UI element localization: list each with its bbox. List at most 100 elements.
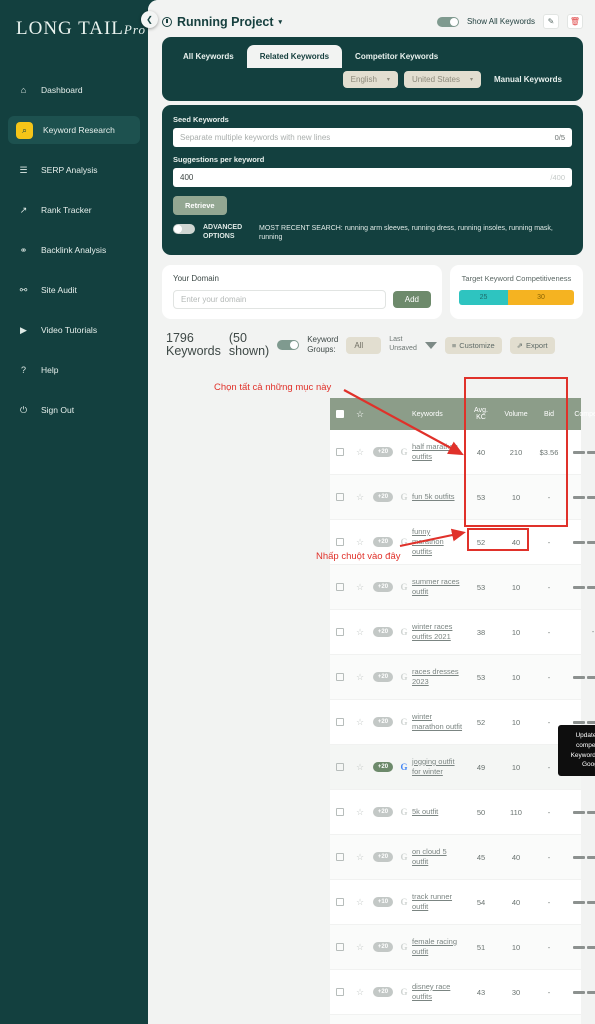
- header-keywords[interactable]: Keywords: [412, 411, 464, 418]
- row-checkbox[interactable]: [330, 988, 350, 996]
- keyword-cell[interactable]: half marathon outfits: [412, 442, 464, 462]
- favorite-star-icon[interactable]: ☆: [350, 627, 370, 638]
- table-row[interactable]: ☆+20Gwinter races outfits 20213810--4-en: [330, 610, 594, 655]
- tab-related-keywords[interactable]: Related Keywords: [246, 45, 343, 68]
- keyword-cell[interactable]: female racing outfit: [412, 937, 464, 957]
- favorite-star-icon[interactable]: ☆: [350, 447, 370, 458]
- favorite-star-icon[interactable]: ☆: [350, 987, 370, 998]
- row-checkbox[interactable]: [330, 493, 350, 501]
- row-badge[interactable]: +20: [370, 987, 396, 997]
- keyword-group-select[interactable]: All: [346, 336, 382, 354]
- export-button[interactable]: ⇗ Export: [509, 336, 555, 354]
- google-icon[interactable]: G: [396, 537, 412, 547]
- google-icon[interactable]: G: [396, 717, 412, 727]
- table-row[interactable]: ☆ +20 Ghalf marathon outfits 40 210 $3.56: [330, 430, 595, 475]
- row-checkbox[interactable]: [330, 628, 350, 636]
- keyword-cell[interactable]: winter marathon outfit: [412, 712, 464, 732]
- keyword-cell[interactable]: races dresses 2023: [412, 667, 464, 687]
- keyword-link[interactable]: disney race outfits: [412, 982, 450, 1001]
- table-row[interactable]: ☆+20G5k outfit50110-2-en: [330, 790, 595, 835]
- google-icon[interactable]: G: [396, 807, 412, 817]
- google-icon[interactable]: G: [396, 582, 412, 592]
- sidebar-item-backlink-analysis[interactable]: ⚭ Backlink Analysis: [8, 236, 140, 264]
- tab-all-keywords[interactable]: All Keywords: [170, 45, 247, 68]
- header-volume[interactable]: Volume: [498, 411, 534, 418]
- favorite-star-icon[interactable]: ☆: [350, 897, 370, 908]
- google-icon[interactable]: G: [396, 852, 412, 862]
- keyword-link[interactable]: funny marathon outfits: [412, 527, 444, 556]
- keyword-link[interactable]: fun 5k outfits: [412, 492, 455, 501]
- row-badge[interactable]: +20: [370, 852, 396, 862]
- page-title[interactable]: Running Project ▾: [162, 15, 282, 29]
- sidebar-item-serp-analysis[interactable]: ☰ SERP Analysis: [8, 156, 140, 184]
- filter-triangle-icon[interactable]: [424, 341, 437, 349]
- favorite-star-icon[interactable]: ☆: [350, 762, 370, 773]
- row-badge[interactable]: +20: [370, 717, 396, 727]
- table-row[interactable]: ☆+20Gon cloud 5 outfit4540-4-en: [330, 835, 595, 880]
- language-select[interactable]: English ▾: [342, 71, 398, 88]
- table-row[interactable]: ☆+20Gcute errand outfits4440-3-en: [330, 1015, 581, 1024]
- table-row[interactable]: ☆+20Graces dresses 20235310-3-en: [330, 655, 595, 700]
- sidebar-item-rank-tracker[interactable]: ↗ Rank Tracker: [8, 196, 140, 224]
- keyword-cell[interactable]: track runner outfit: [412, 892, 464, 912]
- header-competition[interactable]: Competition: [564, 411, 595, 418]
- row-checkbox[interactable]: [330, 763, 350, 771]
- table-row[interactable]: ☆+20Gdisney race outfits4330-3-en: [330, 970, 595, 1015]
- keyword-link[interactable]: winter races outfits 2021: [412, 622, 452, 641]
- brand-logo[interactable]: LONG TAILPro: [0, 0, 148, 40]
- favorite-star-icon[interactable]: ☆: [350, 807, 370, 818]
- table-row[interactable]: ☆ +20 Gjogging outfit for winter 49 10-: [330, 745, 581, 790]
- row-badge[interactable]: +20: [370, 582, 396, 592]
- keyword-cell[interactable]: jogging outfit for winter: [412, 757, 464, 777]
- google-icon[interactable]: G: [396, 447, 412, 457]
- row-badge[interactable]: +20: [370, 627, 396, 637]
- sidebar-item-sign-out[interactable]: ⏻ Sign Out: [8, 396, 140, 424]
- keyword-cell[interactable]: on cloud 5 outfit: [412, 847, 464, 867]
- google-icon[interactable]: G: [396, 762, 412, 772]
- country-select[interactable]: United States ▾: [403, 71, 481, 88]
- sidebar-item-video-tutorials[interactable]: ▶ Video Tutorials: [8, 316, 140, 344]
- customize-button[interactable]: ≡ Customize: [444, 336, 502, 354]
- row-checkbox[interactable]: [330, 853, 350, 861]
- chevron-left-icon[interactable]: ❮: [141, 11, 158, 28]
- favorite-star-icon[interactable]: ☆: [350, 492, 370, 503]
- keyword-link[interactable]: on cloud 5 outfit: [412, 847, 447, 866]
- show-all-keywords-toggle[interactable]: [436, 16, 459, 27]
- advanced-options-toggle[interactable]: [173, 224, 195, 234]
- keyword-link[interactable]: female racing outfit: [412, 937, 457, 956]
- google-icon[interactable]: G: [396, 492, 412, 502]
- retrieve-button[interactable]: Retrieve: [173, 196, 227, 215]
- tab-competitor-keywords[interactable]: Competitor Keywords: [342, 45, 451, 68]
- google-icon[interactable]: G: [396, 672, 412, 682]
- keyword-link[interactable]: half marathon outfits: [412, 442, 458, 461]
- sidebar-item-keyword-research[interactable]: ⌕ Keyword Research: [8, 116, 140, 144]
- table-row[interactable]: ☆+10Gtrack runner outfit5440-3-en: [330, 880, 595, 925]
- google-icon[interactable]: G: [396, 987, 412, 997]
- keyword-cell[interactable]: winter races outfits 2021: [412, 622, 464, 642]
- table-row[interactable]: ☆+20Gfemale racing outfit5110-3-en: [330, 925, 595, 970]
- row-badge[interactable]: +10: [370, 897, 396, 907]
- row-checkbox[interactable]: [330, 943, 350, 951]
- google-icon[interactable]: G: [396, 627, 412, 637]
- suggestions-input[interactable]: 400 /400: [173, 168, 572, 187]
- keyword-groups-toggle[interactable]: [277, 340, 300, 350]
- keyword-cell[interactable]: summer races outfit: [412, 577, 464, 597]
- seed-keywords-input[interactable]: Separate multiple keywords with new line…: [173, 128, 572, 147]
- sidebar-item-site-audit[interactable]: ⚯ Site Audit: [8, 276, 140, 304]
- favorite-star-icon[interactable]: ☆: [350, 942, 370, 953]
- row-checkbox[interactable]: [330, 538, 350, 546]
- keyword-link[interactable]: winter marathon outfit: [412, 712, 462, 731]
- table-row[interactable]: ☆+20Gwinter marathon outfit5210-3-en: [330, 700, 595, 745]
- row-badge[interactable]: +20: [370, 672, 396, 682]
- keyword-link[interactable]: races dresses 2023: [412, 667, 459, 686]
- trash-icon[interactable]: 🗑: [567, 14, 583, 29]
- row-checkbox[interactable]: [330, 673, 350, 681]
- favorite-star-icon[interactable]: ☆: [350, 672, 370, 683]
- favorite-star-icon[interactable]: ☆: [350, 852, 370, 863]
- keyword-link[interactable]: summer races outfit: [412, 577, 460, 596]
- sidebar-item-dashboard[interactable]: ⌂ Dashboard: [8, 76, 140, 104]
- row-checkbox[interactable]: [330, 718, 350, 726]
- keyword-cell[interactable]: funny marathon outfits: [412, 527, 464, 557]
- add-domain-button[interactable]: Add: [392, 290, 431, 308]
- keyword-link[interactable]: 5k outfit: [412, 807, 438, 816]
